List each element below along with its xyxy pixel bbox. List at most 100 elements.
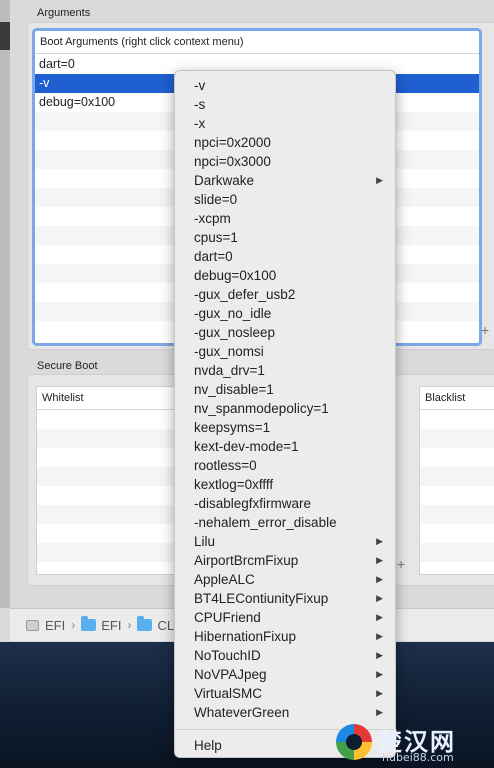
context-menu-items: -v -s -x npci=0x2000 npci=0x3000 Darkwake ▶ sli… [175, 76, 395, 755]
blacklist-empty-row[interactable] [420, 562, 494, 574]
context-menu-item[interactable]: NoTouchID ▶ [175, 646, 395, 665]
left-edge-strip [0, 0, 10, 608]
boot-arguments-column-header[interactable]: Boot Arguments (right click context menu… [35, 31, 479, 54]
menu-item-label: Lilu [194, 534, 216, 549]
context-menu-item[interactable]: Darkwake ▶ [175, 171, 395, 190]
context-menu-item[interactable]: CPUFriend ▶ [175, 608, 395, 627]
blacklist-empty-row[interactable] [420, 543, 494, 562]
add-whitelist-button[interactable]: + [397, 556, 405, 572]
context-menu-item[interactable]: npci=0x2000 [175, 133, 395, 152]
context-menu-item[interactable]: -xcpm [175, 209, 395, 228]
path-crumb-clover-folder[interactable]: CL [137, 616, 175, 633]
menu-item-label: -x [194, 116, 206, 131]
blacklist-table[interactable]: Blacklist [419, 386, 494, 575]
context-menu-item[interactable]: AppleALC ▶ [175, 570, 395, 589]
context-menu-item[interactable]: AirportBrcmFixup ▶ [175, 551, 395, 570]
path-crumb-efi-folder[interactable]: EFI [81, 616, 122, 633]
path-crumb-efi-volume[interactable]: EFI [45, 618, 65, 633]
arguments-group-label: Arguments [37, 7, 91, 19]
path-crumb-label: CL [157, 617, 175, 633]
menu-item-label: nv_disable=1 [194, 382, 274, 397]
menu-item-label: -v [194, 78, 206, 93]
whitelist-empty-row[interactable] [37, 505, 197, 524]
context-menu-item[interactable]: cpus=1 [175, 228, 395, 247]
whitelist-empty-row[interactable] [37, 486, 197, 505]
submenu-arrow-icon: ▶ [376, 688, 383, 698]
secure-boot-group-label: Secure Boot [37, 360, 98, 372]
context-menu-item[interactable]: slide=0 [175, 190, 395, 209]
left-edge-dark-block [0, 22, 10, 50]
add-argument-button[interactable]: + [481, 322, 489, 338]
context-menu-item[interactable]: nv_disable=1 [175, 380, 395, 399]
watermark-logo-icon [336, 724, 372, 760]
blacklist-empty-row[interactable] [420, 524, 494, 543]
submenu-arrow-icon: ▶ [376, 536, 383, 546]
context-menu-item[interactable]: npci=0x3000 [175, 152, 395, 171]
whitelist-empty-row[interactable] [37, 448, 197, 467]
menu-item-label: WhateverGreen [194, 705, 290, 720]
menu-item-label: npci=0x3000 [194, 154, 271, 169]
context-menu-item[interactable]: nvda_drv=1 [175, 361, 395, 380]
folder-icon [81, 616, 97, 631]
menu-item-label: -nehalem_error_disable [194, 515, 337, 530]
context-menu-item[interactable]: -gux_nosleep [175, 323, 395, 342]
whitelist-empty-row[interactable] [37, 543, 197, 562]
whitelist-empty-row[interactable] [37, 410, 197, 429]
menu-item-label: slide=0 [194, 192, 238, 207]
blacklist-empty-row[interactable] [420, 467, 494, 486]
watermark-url: hubei88.com [382, 751, 454, 764]
blacklist-empty-row[interactable] [420, 429, 494, 448]
whitelist-empty-row[interactable] [37, 562, 197, 574]
blacklist-empty-row[interactable] [420, 448, 494, 467]
whitelist-empty-row[interactable] [37, 524, 197, 543]
context-menu-item[interactable]: -nehalem_error_disable [175, 513, 395, 532]
whitelist-empty-row[interactable] [37, 467, 197, 486]
blacklist-rows [420, 410, 494, 574]
context-menu-item[interactable]: -gux_defer_usb2 [175, 285, 395, 304]
menu-item-label: Darkwake [194, 173, 255, 188]
blacklist-column-header[interactable]: Blacklist [420, 387, 494, 410]
chevron-right-icon: › [71, 618, 76, 632]
context-menu-item[interactable]: Lilu ▶ [175, 532, 395, 551]
chevron-right-icon: › [127, 618, 132, 632]
menu-item-label: HibernationFixup [194, 629, 297, 644]
menu-item-label: npci=0x2000 [194, 135, 271, 150]
whitelist-empty-row[interactable] [37, 429, 197, 448]
site-watermark: 楚汉网 hubei88.com [332, 720, 494, 768]
context-menu-item[interactable]: kext-dev-mode=1 [175, 437, 395, 456]
context-menu-item[interactable]: keepsyms=1 [175, 418, 395, 437]
menu-item-label: kext-dev-mode=1 [194, 439, 299, 454]
context-menu-item[interactable]: kextlog=0xffff [175, 475, 395, 494]
menu-item-label: nvda_drv=1 [194, 363, 265, 378]
path-crumb-label: EFI [45, 617, 66, 633]
context-menu-item[interactable]: -v [175, 76, 395, 95]
menu-item-label: kextlog=0xffff [194, 477, 274, 492]
blacklist-empty-row[interactable] [420, 410, 494, 429]
path-crumb-label: EFI [101, 617, 122, 633]
context-menu-item[interactable]: rootless=0 [175, 456, 395, 475]
menu-item-label: dart=0 [194, 249, 233, 264]
menu-item-label: AppleALC [194, 572, 255, 587]
menu-item-label: NoVPAJpeg [194, 667, 267, 682]
context-menu-item[interactable]: -disablegfxfirmware [175, 494, 395, 513]
menu-item-label: -disablegfxfirmware [194, 496, 312, 511]
context-menu-item[interactable]: -s [175, 95, 395, 114]
context-menu-item[interactable]: HibernationFixup ▶ [175, 627, 395, 646]
context-menu-item[interactable]: nv_spanmodepolicy=1 [175, 399, 395, 418]
context-menu-item[interactable]: VirtualSMC ▶ [175, 684, 395, 703]
context-menu-item[interactable]: debug=0x100 [175, 266, 395, 285]
blacklist-empty-row[interactable] [420, 505, 494, 524]
menu-item-label: VirtualSMC [194, 686, 263, 701]
menu-item-label: -gux_no_idle [194, 306, 272, 321]
context-menu-item[interactable]: -gux_no_idle [175, 304, 395, 323]
context-menu-item[interactable]: BT4LEContiunityFixup ▶ [175, 589, 395, 608]
menu-item-label: cpus=1 [194, 230, 238, 245]
blacklist-empty-row[interactable] [420, 486, 494, 505]
context-menu-item[interactable]: dart=0 [175, 247, 395, 266]
context-menu-item[interactable]: -x [175, 114, 395, 133]
context-menu-item[interactable]: NoVPAJpeg ▶ [175, 665, 395, 684]
submenu-arrow-icon: ▶ [376, 631, 383, 641]
submenu-arrow-icon: ▶ [376, 669, 383, 679]
context-menu-item[interactable]: -gux_nomsi [175, 342, 395, 361]
whitelist-column-header[interactable]: Whitelist [37, 387, 197, 410]
